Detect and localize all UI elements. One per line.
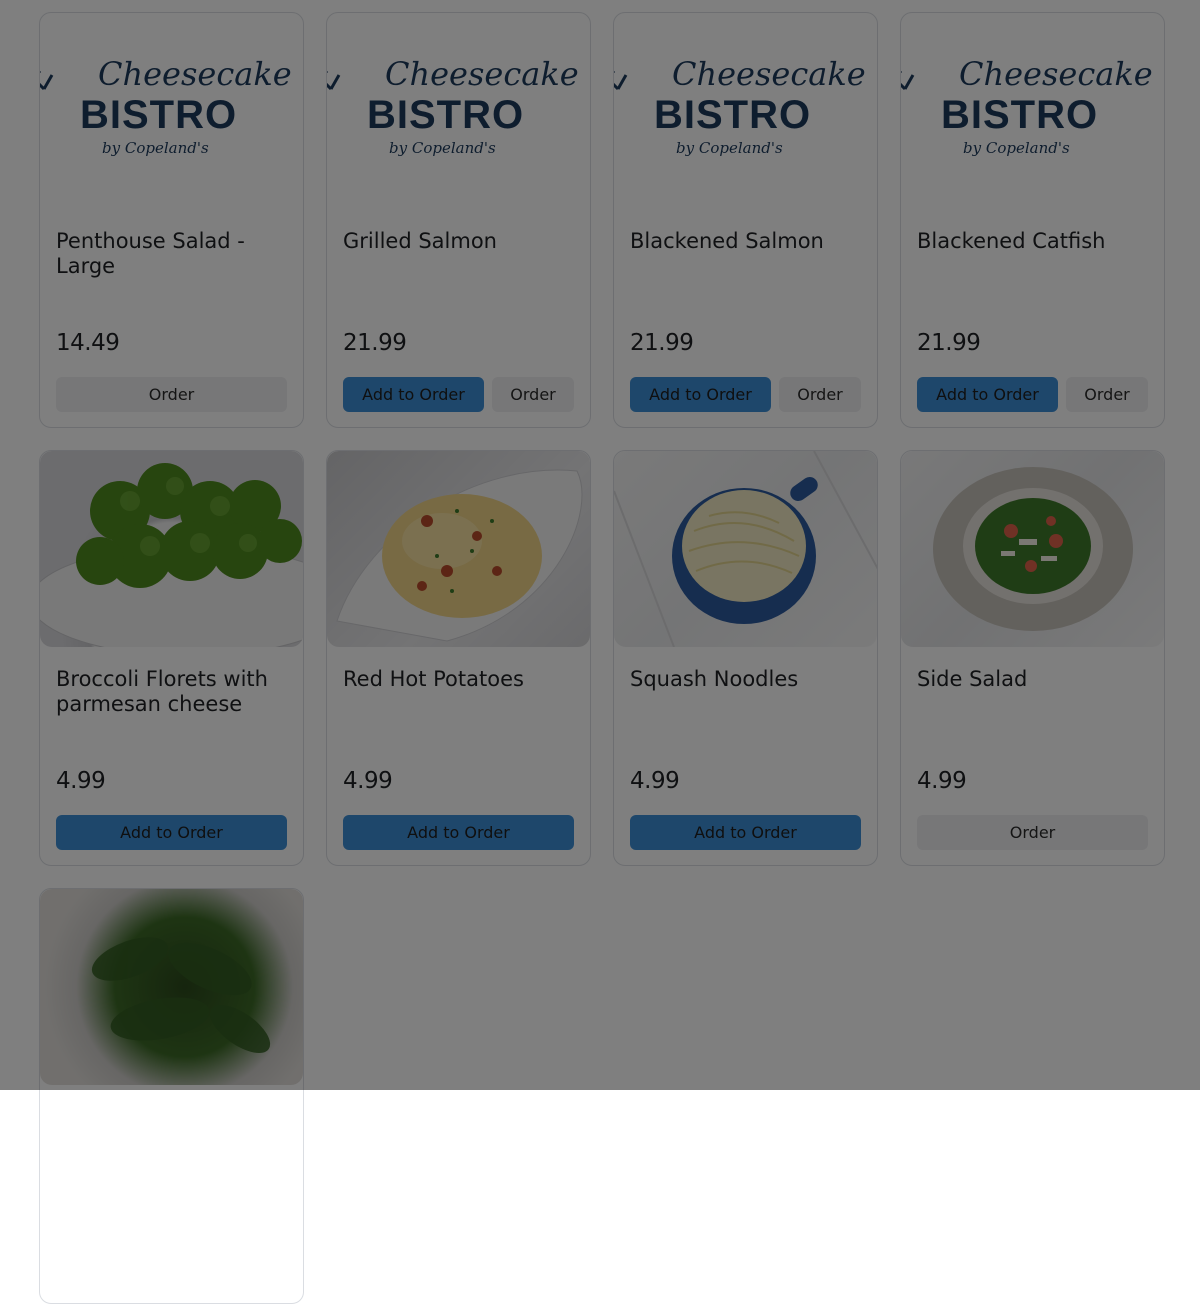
modal-backdrop-overlay[interactable] [0, 0, 1200, 1090]
